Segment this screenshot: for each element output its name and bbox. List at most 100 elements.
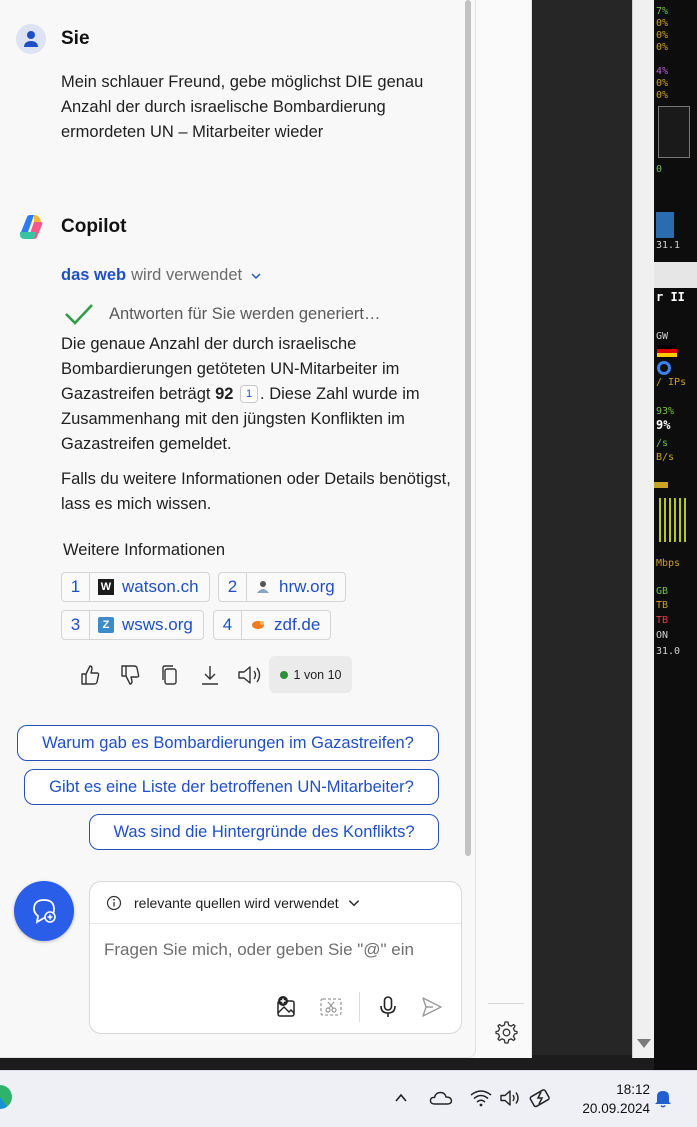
source-mode-toggle[interactable]: relevante quellen wird verwendet <box>90 882 461 924</box>
background-window-scrollbar[interactable] <box>632 0 654 1058</box>
widget-stat: 0% <box>656 78 669 89</box>
export-button[interactable] <box>190 660 230 690</box>
bell-icon <box>655 1091 671 1108</box>
gear-icon <box>495 1021 518 1044</box>
source-link-hrw[interactable]: 2 hrw.org <box>218 572 346 602</box>
source-label: watson.ch <box>122 577 199 596</box>
settings-button[interactable] <box>490 1016 522 1048</box>
widget-stat: /s <box>656 438 669 449</box>
copilot-header: Copilot <box>16 212 126 242</box>
new-topic-button[interactable] <box>14 881 74 941</box>
volume-button[interactable] <box>497 1085 523 1111</box>
taskbar-clock[interactable]: 18:12 20.09.2024 <box>566 1080 650 1118</box>
flag-icon <box>657 345 677 357</box>
settings-divider <box>488 1003 524 1004</box>
status-dot <box>279 670 288 679</box>
generation-status-text: Antworten für Sie werden generiert… <box>109 304 381 323</box>
copilot-logo-icon <box>16 212 46 242</box>
copy-icon <box>162 665 177 685</box>
notifications-button[interactable] <box>650 1085 676 1111</box>
widget-stat: B/s <box>656 452 675 463</box>
source-number: 2 <box>219 573 247 601</box>
copy-button[interactable] <box>150 660 190 690</box>
edge-browser-icon[interactable] <box>0 1085 12 1109</box>
source-link-wsws[interactable]: 3 Z wsws.org <box>61 610 204 640</box>
web-link[interactable]: das web <box>61 266 126 285</box>
thumbs-up-icon <box>81 665 100 685</box>
widget-stat: 0% <box>656 90 669 101</box>
user-avatar <box>16 24 46 54</box>
scroll-down-arrow-icon[interactable] <box>637 1039 651 1048</box>
download-icon <box>202 666 218 685</box>
widget-stat: 31.1 <box>656 240 681 251</box>
chevron-down-icon[interactable] <box>347 896 361 910</box>
volume-icon <box>500 1090 519 1106</box>
widget-stat: 93% <box>656 406 675 417</box>
image-add-icon <box>277 996 295 1017</box>
show-hidden-icons-button[interactable] <box>388 1085 414 1111</box>
widget-stat: GW <box>656 331 669 342</box>
watson-favicon-icon: W <box>98 579 114 595</box>
suggestion-chip-1[interactable]: Warum gab es Bombardierungen im Gazastre… <box>17 725 439 761</box>
web-source-toggle[interactable]: das web wird verwendet <box>61 266 262 285</box>
widget-stat: 9% <box>656 418 671 432</box>
source-link-zdf[interactable]: 4 zdf.de <box>213 610 332 640</box>
wifi-button[interactable] <box>468 1085 494 1111</box>
widget-stat: 0% <box>656 18 669 29</box>
copilot-name: Copilot <box>61 216 127 237</box>
like-button[interactable] <box>70 660 110 690</box>
user-message: Mein schlauer Freund, gebe möglichst DIE… <box>61 73 424 141</box>
send-button[interactable] <box>417 992 447 1022</box>
chat-scrollbar[interactable] <box>465 0 471 856</box>
source-link-watson[interactable]: 1 W watson.ch <box>61 572 210 602</box>
onedrive-button[interactable] <box>428 1085 454 1111</box>
widget-stat: 0% <box>656 42 669 53</box>
widget-stat: ON <box>656 630 669 641</box>
system-monitor-widget: 7% 0% 0% 0% 4% 0% 0% 0 31.1 r II GW / IP… <box>654 0 697 1070</box>
response-page-indicator[interactable]: 1 von 10 <box>269 656 352 693</box>
response-actions <box>70 660 270 690</box>
generation-status: Antworten für Sie werden generiert… <box>63 302 380 326</box>
hrw-favicon-icon <box>255 579 271 595</box>
microphone-icon <box>380 996 396 1017</box>
user-header: Sie <box>16 24 90 54</box>
chat-input[interactable] <box>104 940 444 960</box>
battery-button[interactable] <box>528 1085 554 1111</box>
screenshot-button[interactable] <box>316 992 346 1022</box>
user-name: Sie <box>61 28 90 49</box>
zdf-favicon-icon <box>250 617 266 633</box>
source-number: 3 <box>62 611 90 639</box>
widget-separator <box>654 262 697 288</box>
clock-date: 20.09.2024 <box>582 1101 650 1116</box>
chevron-up-icon <box>395 1093 407 1102</box>
read-aloud-button[interactable] <box>230 660 270 690</box>
info-icon <box>106 895 122 910</box>
cloud-icon <box>429 1091 453 1105</box>
suggestion-chip-3[interactable]: Was sind die Hintergründe des Konflikts? <box>89 814 439 850</box>
snip-icon <box>320 998 342 1016</box>
widget-stat: Mbps <box>656 558 681 569</box>
widget-stat: TB <box>656 615 669 626</box>
send-icon <box>422 997 442 1017</box>
widget-graph <box>658 106 690 158</box>
suggestion-chip-2[interactable]: Gibt es eine Liste der betroffenen UN-Mi… <box>24 769 439 805</box>
web-suffix: wird verwendet <box>131 266 243 284</box>
chat-composer: relevante quellen wird verwendet <box>89 881 462 1034</box>
widget-stat: 0 <box>656 164 663 175</box>
toolbar-divider <box>359 992 360 1022</box>
widget-stat: 31.0 <box>656 646 681 657</box>
thumbs-down-icon <box>121 665 140 685</box>
voice-input-button[interactable] <box>373 992 403 1022</box>
widget-stat: GB <box>656 586 669 597</box>
widget-stat: r II <box>656 290 685 304</box>
citation-badge[interactable]: 1 <box>240 385 259 403</box>
widget-graph <box>656 212 674 238</box>
taskbar: 18:12 20.09.2024 <box>0 1070 697 1127</box>
wsws-favicon-icon: Z <box>98 617 114 633</box>
dislike-button[interactable] <box>110 660 150 690</box>
chevron-down-icon[interactable] <box>250 270 262 282</box>
widget-stat: 0% <box>656 30 669 41</box>
followup-paragraph: Falls du weitere Informationen oder Deta… <box>61 470 451 513</box>
widget-stat: 7% <box>656 6 669 17</box>
add-image-button[interactable] <box>272 992 302 1022</box>
